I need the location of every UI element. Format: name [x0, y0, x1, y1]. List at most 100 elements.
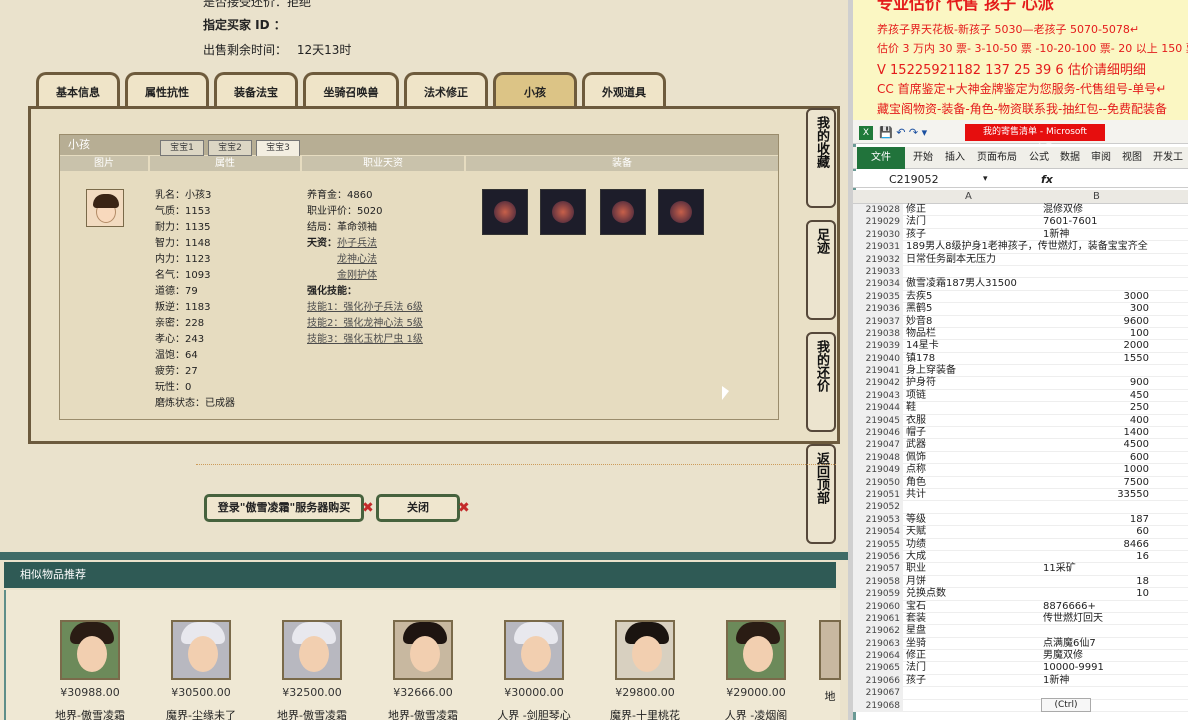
tab-mounts[interactable]: 坐骑召唤兽 [303, 72, 399, 108]
cell-b[interactable]: 8466 [1041, 539, 1153, 551]
table-row[interactable]: 219057 职业 11采矿 [853, 563, 1188, 576]
row-number[interactable]: 219036 [853, 303, 903, 316]
quick-access-icons[interactable]: 💾 ↶ ↷ ▾ [879, 126, 927, 139]
cell-b[interactable]: 450 [1041, 390, 1153, 402]
cell-a[interactable]: 武器 [904, 439, 1041, 451]
table-row[interactable]: 219054 天赋 60 [853, 526, 1188, 539]
cell-b[interactable]: 1000 [1041, 464, 1153, 476]
talent-3-link[interactable]: 金刚护体 [337, 270, 377, 281]
cell-a[interactable]: 职业 [904, 563, 1041, 575]
cell-a[interactable]: 点称 [904, 464, 1041, 476]
table-row[interactable]: 219047 武器 4500 [853, 439, 1188, 452]
row-number[interactable]: 219052 [853, 501, 903, 514]
excel-app-icon[interactable]: X [859, 126, 873, 140]
table-row[interactable]: 219033 [853, 265, 1188, 279]
table-row[interactable]: 219063 坐骑 点满魔6仙7 [853, 637, 1188, 651]
cell-a[interactable]: 月饼 [904, 576, 1041, 588]
table-row[interactable]: 219038 物品栏 100 [853, 327, 1188, 341]
table-row[interactable]: 219028 修正 混修双修 [853, 204, 1188, 217]
row-number[interactable]: 219034 [853, 278, 903, 291]
talent-2-link[interactable]: 龙神心法 [337, 254, 377, 265]
cell-b[interactable]: 11采矿 [1041, 563, 1153, 575]
row-number[interactable]: 219062 [853, 625, 903, 638]
skill-2-link[interactable]: 技能2：强化龙神心法 5级 [307, 316, 423, 332]
cell-b[interactable]: 1550 [1041, 353, 1153, 365]
column-b-header[interactable]: B [1093, 191, 1100, 202]
cell-a[interactable]: 共计 [904, 489, 1041, 501]
name-box-dropdown-icon[interactable]: ▾ [983, 171, 988, 188]
cell-a[interactable]: 法门 [904, 216, 1041, 228]
cell-a[interactable]: 鞋 [904, 402, 1041, 414]
row-number[interactable]: 219059 [853, 588, 903, 601]
table-row[interactable]: 219051 共计 33550 [853, 488, 1188, 502]
table-row[interactable]: 219042 护身符 900 [853, 377, 1188, 390]
cell-a[interactable]: 孩子 [904, 229, 1041, 241]
row-number[interactable]: 219042 [853, 377, 903, 390]
cell-b[interactable]: 10000-9991 [1041, 662, 1153, 674]
cell-a[interactable]: 天赋 [904, 526, 1041, 538]
table-row[interactable]: 219053 等级 187 [853, 513, 1188, 527]
cell-b[interactable]: 10 [1041, 588, 1153, 600]
skill-3-link[interactable]: 技能3：强化玉枕尸虫 1级 [307, 332, 423, 348]
row-number[interactable]: 219066 [853, 674, 903, 688]
table-row[interactable]: 219029 法门 7601-7601 [853, 216, 1188, 229]
table-row[interactable]: 219031 189男人8级护身1老神孩子，传世燃灯，装备宝宝齐全 [853, 241, 1188, 254]
table-row[interactable]: 219048 佩饰 600 [853, 451, 1188, 465]
equipment-slot-2[interactable] [540, 189, 586, 235]
talent-1-link[interactable]: 孙子兵法 [337, 238, 377, 249]
row-number[interactable]: 219064 [853, 650, 903, 663]
subtab-baby2[interactable]: 宝宝2 [208, 140, 252, 156]
skill-1-link[interactable]: 技能1：强化孙子兵法 6级 [307, 300, 423, 316]
cell-b[interactable]: 900 [1041, 377, 1153, 389]
row-number[interactable]: 219057 [853, 563, 903, 576]
row-number[interactable]: 219028 [853, 204, 903, 217]
row-number[interactable]: 219032 [853, 253, 903, 266]
row-number[interactable]: 219063 [853, 637, 903, 651]
cell-a[interactable]: 189男人8级护身1老神孩子，传世燃灯，装备宝宝齐全 [904, 241, 1148, 253]
row-number[interactable]: 219051 [853, 488, 903, 502]
table-row[interactable]: 219055 功绩 8466 [853, 538, 1188, 551]
row-number[interactable]: 219046 [853, 427, 903, 440]
row-number[interactable]: 219040 [853, 352, 903, 366]
table-row[interactable]: 219059 兑换点数 10 [853, 588, 1188, 601]
table-row[interactable]: 219035 去疾5 3000 [853, 290, 1188, 304]
cell-a[interactable]: 修正 [904, 204, 1041, 216]
row-number[interactable]: 219029 [853, 216, 903, 229]
table-row[interactable]: 219040 镇178 1550 [853, 352, 1188, 366]
row-number[interactable]: 219035 [853, 290, 903, 304]
row-number[interactable]: 219044 [853, 402, 903, 415]
ribbon-file[interactable]: 文件 [857, 147, 905, 169]
row-number[interactable]: 219031 [853, 241, 903, 254]
name-box[interactable]: C219052 [889, 171, 939, 188]
similar-item-1[interactable]: ¥30988.00 地界-傲雪凌霜 [50, 620, 130, 720]
cell-a[interactable]: 项链 [904, 390, 1041, 402]
column-a-header[interactable]: A [965, 191, 972, 202]
table-row[interactable]: 219065 法门 10000-9991 [853, 662, 1188, 675]
row-number[interactable]: 219050 [853, 476, 903, 489]
row-number[interactable]: 219048 [853, 451, 903, 465]
cell-b[interactable]: 18 [1041, 576, 1153, 588]
row-number[interactable]: 219061 [853, 612, 903, 626]
subtab-baby3[interactable]: 宝宝3 [256, 140, 300, 157]
cell-a[interactable]: 去疾5 [904, 291, 1041, 303]
similar-item-2[interactable]: ¥30500.00 魔界-尘缘未了 [161, 620, 241, 720]
cell-a[interactable]: 孩子 [904, 675, 1041, 687]
ribbon-view[interactable]: 视图 [1122, 147, 1142, 169]
row-number[interactable]: 219065 [853, 662, 903, 675]
tab-equipment[interactable]: 装备法宝 [214, 72, 298, 108]
cell-a[interactable]: 帽子 [904, 427, 1041, 439]
cell-a[interactable]: 黑鹤5 [904, 303, 1041, 315]
similar-item-3[interactable]: ¥32500.00 地界-傲雪凌霜 [272, 620, 352, 720]
cell-b[interactable]: 60 [1041, 526, 1153, 538]
table-row[interactable]: 219030 孩子 1新神 [853, 228, 1188, 242]
cell-b[interactable]: 400 [1041, 415, 1153, 427]
table-row[interactable]: 219044 鞋 250 [853, 402, 1188, 415]
similar-item-6[interactable]: ¥29800.00 魔界-十里桃花 [605, 620, 685, 720]
cell-a[interactable]: 法门 [904, 662, 1041, 674]
row-number[interactable]: 219043 [853, 389, 903, 403]
cell-b[interactable]: 600 [1041, 452, 1153, 464]
cell-a[interactable]: 妙音8 [904, 316, 1041, 328]
close-button[interactable]: 关闭 [376, 494, 460, 522]
equipment-slot-1[interactable] [482, 189, 528, 235]
row-number[interactable]: 219058 [853, 575, 903, 589]
